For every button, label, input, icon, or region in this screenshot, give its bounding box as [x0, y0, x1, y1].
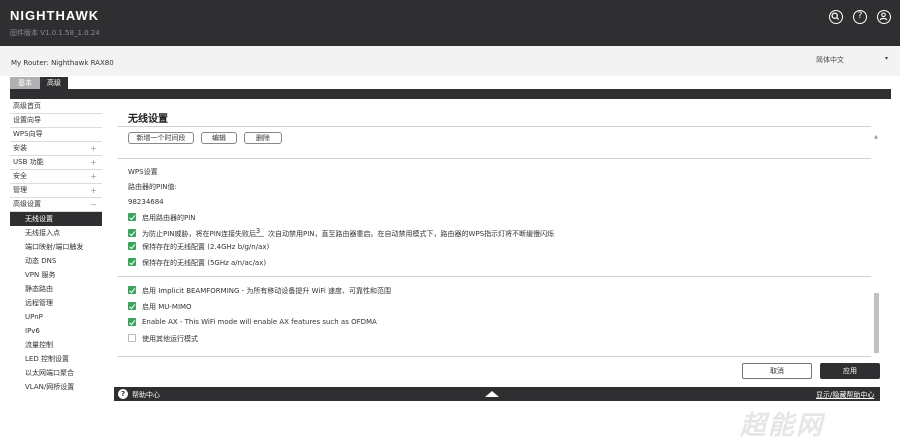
sidebar-item-label: 设置向导: [13, 116, 41, 124]
sidebar-item-advanced-home[interactable]: 高级首页: [10, 100, 102, 114]
enable-pin-label: 启用路由器的PIN: [142, 214, 196, 222]
enable-ax-checkbox[interactable]: [128, 318, 136, 326]
top-header: [0, 0, 900, 46]
sidebar-item-wps-wizard[interactable]: WPS向导: [10, 128, 102, 142]
sidebar-item-vlan-bridge[interactable]: VLAN/网桥设置: [10, 380, 102, 394]
sidebar-item-remote-mgmt[interactable]: 远程管理: [10, 296, 102, 310]
sidebar-item-admin[interactable]: 管理 +: [10, 184, 102, 198]
divider: [118, 356, 871, 357]
chevron-down-icon: ▾: [884, 55, 888, 62]
other-mode-checkbox[interactable]: [128, 334, 136, 342]
sidebar-item-advanced-setup[interactable]: 高级设置 −: [10, 198, 102, 212]
mu-mimo-checkbox[interactable]: [128, 302, 136, 310]
expand-icon: +: [90, 158, 97, 167]
page-title: 无线设置: [128, 114, 168, 125]
expand-icon: +: [90, 186, 97, 195]
sidebar-item-security[interactable]: 安全 +: [10, 170, 102, 184]
toggle-help-center-link[interactable]: 显示/隐藏帮助中心: [816, 390, 874, 400]
sidebar-item-label: 管理: [13, 186, 27, 194]
wps-heading: WPS设置: [128, 168, 158, 176]
sidebar-item-usb[interactable]: USB 功能 +: [10, 156, 102, 170]
sidebar-item-label: 安全: [13, 172, 27, 180]
sidebar-item-label: USB 功能: [13, 158, 44, 166]
pin-value: 98234684: [128, 198, 164, 206]
apply-button[interactable]: 应用: [820, 363, 880, 379]
sidebar-item-dynamic-dns[interactable]: 动态 DNS: [10, 254, 102, 268]
collapse-icon: −: [90, 200, 97, 209]
sidebar-item-label: 安装: [13, 144, 27, 152]
language-label: 简体中文: [816, 56, 844, 64]
help-circle-icon: ?: [118, 389, 128, 399]
expand-up-icon[interactable]: [485, 391, 499, 397]
watermark: 超能网: [740, 411, 825, 441]
sidebar-item-static-routes[interactable]: 静态路由: [10, 282, 102, 296]
other-mode-label: 使用其他运行模式: [142, 335, 198, 343]
nighthawk-logo: NIGHTHAWK: [10, 8, 100, 23]
enable-ax-label: Enable AX - This WiFi mode will enable A…: [142, 318, 377, 326]
add-schedule-button[interactable]: 新增一个时间段: [128, 132, 194, 144]
language-select[interactable]: 简体中文 ▾: [816, 55, 888, 65]
sidebar-item-setup[interactable]: 安装 +: [10, 142, 102, 156]
keep-config-24ghz-label: 保持存在的无线配置 (2.4GHz b/g/n/ax): [142, 243, 270, 251]
firmware-version: 固件版本 V1.0.1.58_1.0.24: [10, 29, 100, 37]
sidebar-item-upnp[interactable]: UPnP: [10, 310, 102, 324]
sidebar-item-wireless-ap[interactable]: 无线接入点: [10, 226, 102, 240]
sidebar-item-wireless-settings[interactable]: 无线设置: [10, 212, 102, 226]
nav-bar: [10, 89, 891, 99]
tab-advanced[interactable]: 高级: [40, 77, 68, 89]
user-icon[interactable]: [877, 10, 891, 24]
help-icon[interactable]: ?: [853, 10, 867, 24]
pin-protect-label-post: 次自动禁用PIN，直至路由器重启。在自动禁用模式下，路由器的WPS指示灯将不断缓…: [268, 230, 555, 238]
sidebar-item-label: 高级首页: [13, 102, 41, 110]
help-center-label[interactable]: 帮助中心: [132, 390, 160, 400]
beamforming-checkbox[interactable]: [128, 286, 136, 294]
pin-protect-label-pre: 为防止PIN威胁，将在PIN连接失败后: [142, 230, 257, 238]
sidebar-item-port-forwarding[interactable]: 端口映射/端口触发: [10, 240, 102, 254]
sidebar-item-vpn[interactable]: VPN 服务: [10, 268, 102, 282]
sidebar: 高级首页 设置向导 WPS向导 安装 + USB 功能 + 安全 + 管理 + 高级设置…: [10, 100, 102, 394]
sidebar-item-label: WPS向导: [13, 130, 43, 138]
scrollbar-thumb[interactable]: [874, 293, 879, 353]
keep-config-5ghz-label: 保持存在的无线配置 (5GHz a/n/ac/ax): [142, 259, 267, 267]
scroll-up-icon[interactable]: ▲: [874, 134, 878, 140]
router-name: My Router: Nighthawk RAX80: [11, 59, 114, 67]
keep-config-5ghz-checkbox[interactable]: [128, 258, 136, 266]
mu-mimo-label: 启用 MU-MIMO: [142, 303, 192, 311]
tab-basic[interactable]: 基本: [10, 77, 40, 89]
sidebar-item-led-control[interactable]: LED 控制设置: [10, 352, 102, 366]
keep-config-24ghz-checkbox[interactable]: [128, 242, 136, 250]
divider: [118, 126, 871, 127]
sidebar-item-setup-wizard[interactable]: 设置向导: [10, 114, 102, 128]
edit-button[interactable]: 编辑: [201, 132, 237, 144]
search-icon[interactable]: [829, 10, 843, 24]
divider: [118, 158, 871, 159]
delete-button[interactable]: 删除: [244, 132, 282, 144]
sidebar-item-traffic-meter[interactable]: 流量控制: [10, 338, 102, 352]
enable-pin-checkbox[interactable]: [128, 213, 136, 221]
sidebar-item-ipv6[interactable]: IPv6: [10, 324, 102, 338]
sidebar-item-label: 高级设置: [13, 200, 41, 208]
divider: [118, 276, 871, 277]
pin-attempts-input[interactable]: 3: [252, 227, 264, 237]
expand-icon: +: [90, 172, 97, 181]
beamforming-label: 启用 Implicit BEAMFORMING - 为所有移动设备提升 WiFi…: [142, 287, 392, 295]
sidebar-item-port-aggregation[interactable]: 以太网端口聚合: [10, 366, 102, 380]
cancel-button[interactable]: 取消: [742, 363, 812, 379]
subheader: [0, 46, 900, 76]
pin-protect-checkbox[interactable]: [128, 229, 136, 237]
pin-label: 路由器的PIN值:: [128, 183, 177, 191]
expand-icon: +: [90, 144, 97, 153]
